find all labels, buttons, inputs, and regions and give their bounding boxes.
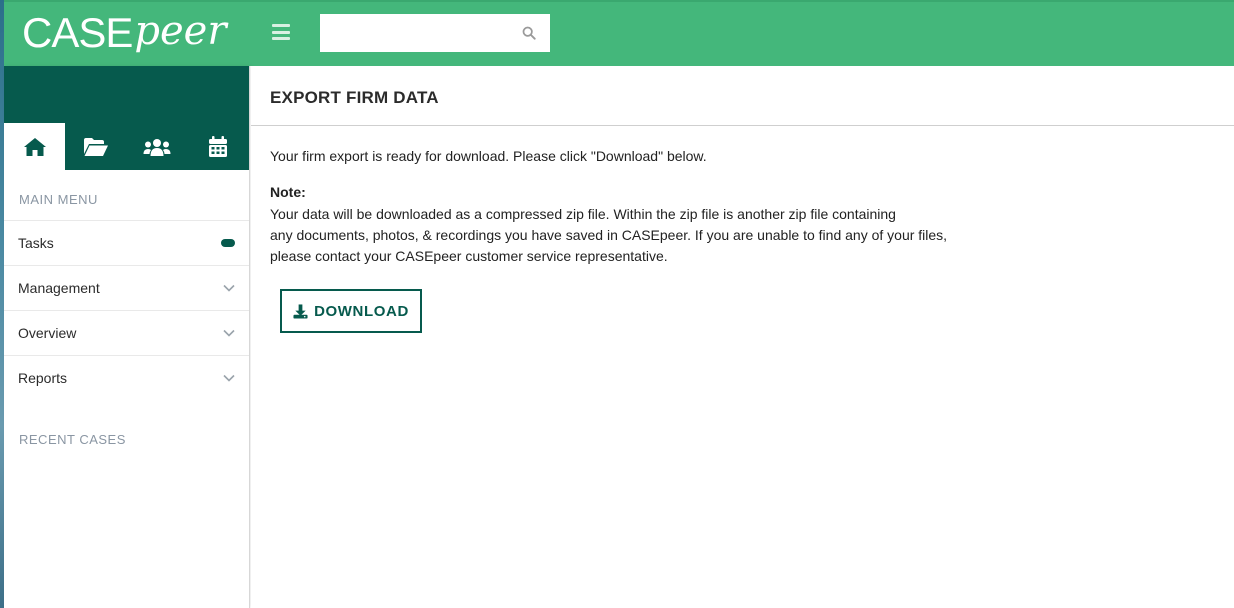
ready-message: Your firm export is ready for download. … bbox=[270, 148, 707, 164]
tab-contacts[interactable] bbox=[127, 123, 188, 170]
chevron-down-icon bbox=[223, 329, 235, 337]
chevron-down-icon bbox=[223, 284, 235, 292]
hamburger-icon[interactable] bbox=[272, 24, 290, 40]
export-panel: Your firm export is ready for download. … bbox=[251, 126, 1234, 333]
users-icon bbox=[143, 138, 171, 156]
casepeer-logo[interactable]: CASE peer bbox=[4, 0, 250, 66]
sidebar-item-label: Overview bbox=[18, 325, 77, 341]
home-icon bbox=[23, 137, 46, 156]
sidebar-item-reports[interactable]: Reports bbox=[4, 355, 249, 400]
tab-home[interactable] bbox=[4, 123, 66, 170]
sidebar-icon-tabs bbox=[4, 123, 249, 170]
main-content: EXPORT FIRM DATA Your firm export is rea… bbox=[251, 66, 1234, 608]
search-input[interactable] bbox=[320, 14, 550, 52]
note-line: any documents, photos, & recordings you … bbox=[270, 227, 948, 243]
logo-peer-text: peer bbox=[134, 8, 227, 54]
search-icon[interactable] bbox=[522, 26, 536, 40]
sidebar-item-label: Management bbox=[18, 280, 100, 296]
calendar-icon bbox=[209, 135, 228, 157]
chevron-down-icon bbox=[223, 374, 235, 382]
tab-calendar[interactable] bbox=[188, 123, 249, 170]
download-button[interactable]: DOWNLOAD bbox=[280, 289, 422, 333]
recent-cases-label: RECENT CASES bbox=[19, 432, 126, 447]
sidebar-item-label: Tasks bbox=[18, 235, 54, 251]
logo-case-text: CASE bbox=[22, 9, 133, 56]
sidebar-item-tasks[interactable]: Tasks bbox=[4, 220, 249, 265]
sidebar: MAIN MENU Tasks Management Overview Repo… bbox=[4, 66, 250, 608]
main-menu-label: MAIN MENU bbox=[19, 192, 98, 207]
sidebar-item-label: Reports bbox=[18, 370, 68, 386]
tasks-indicator-pill bbox=[221, 239, 235, 247]
tab-cases[interactable] bbox=[65, 123, 126, 170]
search-box bbox=[320, 14, 550, 52]
sidebar-item-management[interactable]: Management bbox=[4, 265, 249, 310]
note-line: Your data will be downloaded as a compre… bbox=[270, 206, 896, 222]
sidebar-item-overview[interactable]: Overview bbox=[4, 310, 249, 355]
sidebar-header bbox=[4, 66, 249, 123]
folder-open-icon bbox=[83, 137, 108, 156]
download-icon bbox=[293, 303, 308, 319]
note-title: Note: bbox=[270, 184, 306, 200]
note-line: please contact your CASEpeer customer se… bbox=[270, 248, 668, 264]
page-title: EXPORT FIRM DATA bbox=[251, 66, 1234, 126]
download-label: DOWNLOAD bbox=[314, 302, 409, 320]
